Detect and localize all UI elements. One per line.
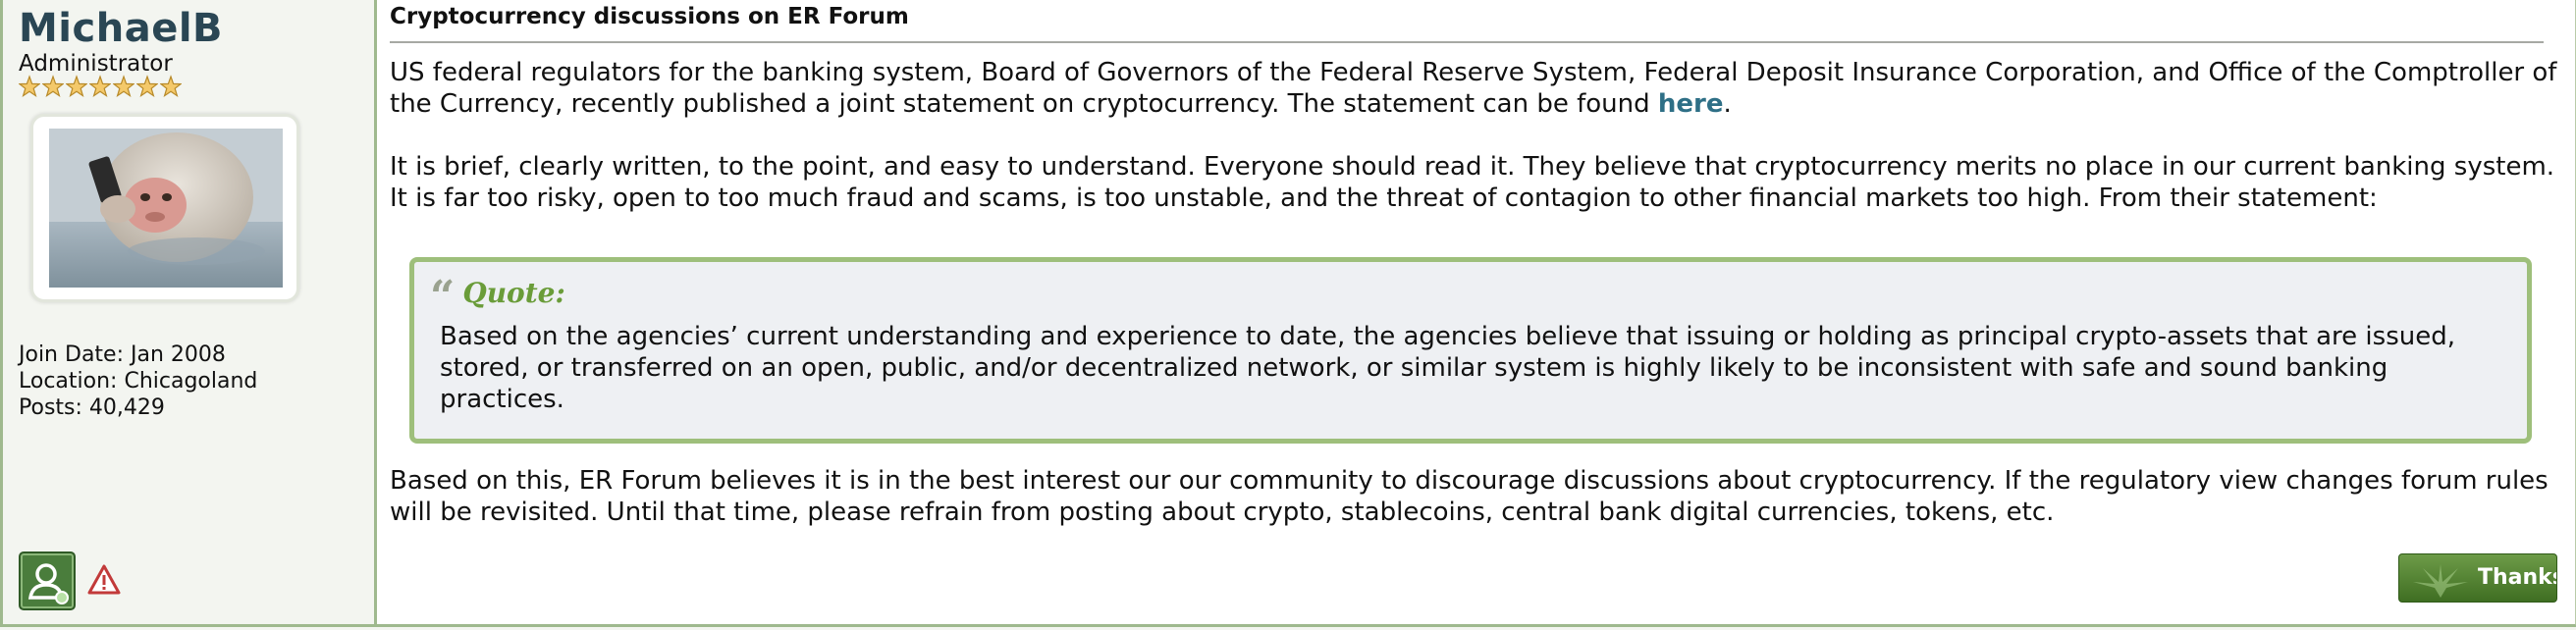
avatar[interactable] [49, 129, 283, 288]
user-info-panel: MichaelB Administrator Join Date: Jan 20… [3, 0, 377, 624]
forum-post: MichaelB Administrator Join Date: Jan 20… [0, 0, 2576, 627]
star-icon [19, 75, 40, 98]
thanks-label: Thanks [2478, 565, 2557, 590]
report-warning-icon[interactable] [87, 563, 121, 597]
post-content: Cryptocurrency discussions on ER Forum U… [390, 0, 2556, 624]
post-paragraph-2: It is brief, clearly written, to the poi… [390, 152, 2555, 213]
location: Location: Chicagoland [19, 369, 258, 394]
thumbs-up-icon [2413, 564, 2468, 598]
user-profile-icon [27, 563, 69, 604]
star-icon [160, 75, 182, 98]
quote-header: “ Quote: [430, 272, 565, 322]
quote-mark-icon: “ [430, 272, 456, 322]
paragraph-end: . [1723, 89, 1732, 119]
post-count: Posts: 40,429 [19, 395, 165, 420]
user-rank-stars [19, 75, 182, 102]
title-divider [390, 41, 2544, 43]
user-title: Administrator [19, 51, 173, 77]
star-icon [89, 75, 111, 98]
user-details: Join Date: Jan 2008 Location: Chicagolan… [19, 341, 257, 421]
join-date: Join Date: Jan 2008 [19, 342, 226, 367]
avatar-frame [30, 114, 299, 302]
star-icon [136, 75, 158, 98]
quote-text: Based on the agencies’ current understan… [440, 322, 2455, 414]
post-title: Cryptocurrency discussions on ER Forum [390, 4, 909, 29]
statement-link[interactable]: here [1658, 89, 1724, 119]
star-icon [66, 75, 87, 98]
quote-block: “ Quote: Based on the agencies’ current … [409, 257, 2532, 444]
paragraph-text: US federal regulators for the banking sy… [390, 58, 2557, 119]
quote-label: Quote: [462, 276, 565, 309]
thanks-button[interactable]: Thanks [2398, 553, 2557, 603]
view-profile-button[interactable] [19, 551, 76, 610]
star-icon [42, 75, 64, 98]
post-paragraph-3: Based on this, ER Forum believes it is i… [390, 466, 2549, 527]
post-paragraph-1: US federal regulators for the banking sy… [390, 57, 2559, 120]
username-link[interactable]: MichaelB [19, 6, 223, 51]
star-icon [113, 75, 134, 98]
